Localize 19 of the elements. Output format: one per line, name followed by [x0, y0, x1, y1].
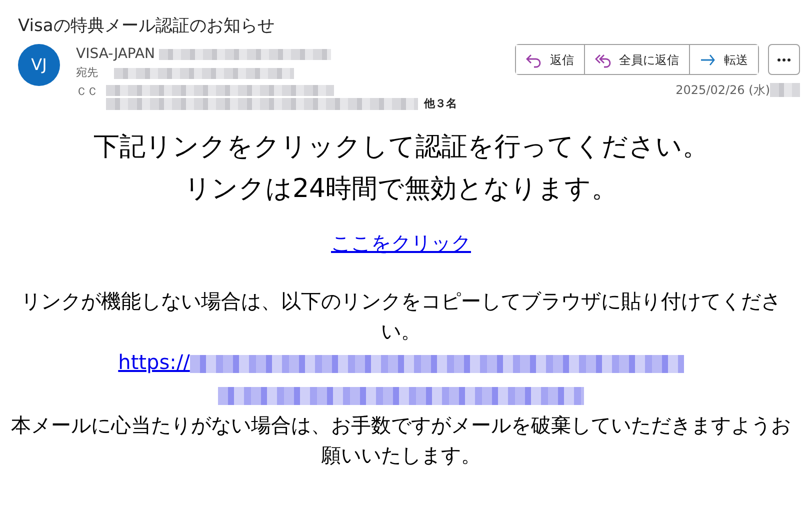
to-label: 宛先: [76, 65, 98, 81]
headline-text: リンクは24時間で無効となります。: [183, 173, 619, 206]
url-link[interactable]: https://: [118, 350, 190, 374]
click-here-link[interactable]: ここをクリック: [331, 228, 471, 258]
others-count[interactable]: 他３名: [424, 96, 457, 112]
email-date: 2025/02/26 (水): [676, 82, 770, 99]
sender-avatar: VJ: [18, 44, 60, 86]
reply-all-icon: [595, 52, 611, 68]
cc-label: ＣＣ: [76, 84, 98, 100]
sender-name: VISA-JAPAN: [76, 46, 156, 62]
instruction-text: リンクが機能しない場合は、以下のリンクをコピーしてブラウザに貼り付けてください。: [20, 288, 782, 345]
more-icon: [777, 58, 791, 62]
reply-icon: [526, 52, 542, 68]
redacted-block: [770, 83, 800, 97]
reply-button[interactable]: 返信: [516, 45, 585, 74]
headline-text: 下記リンクをクリックして認証を行ってください。: [92, 131, 710, 164]
more-button[interactable]: [768, 44, 800, 75]
email-subject: Visaの特典メール認証のお知らせ: [17, 15, 276, 38]
closing-text: 本メールに心当たりがない場合は、お手数ですがメールを破棄していただきますようお願いいたします。: [10, 412, 792, 469]
